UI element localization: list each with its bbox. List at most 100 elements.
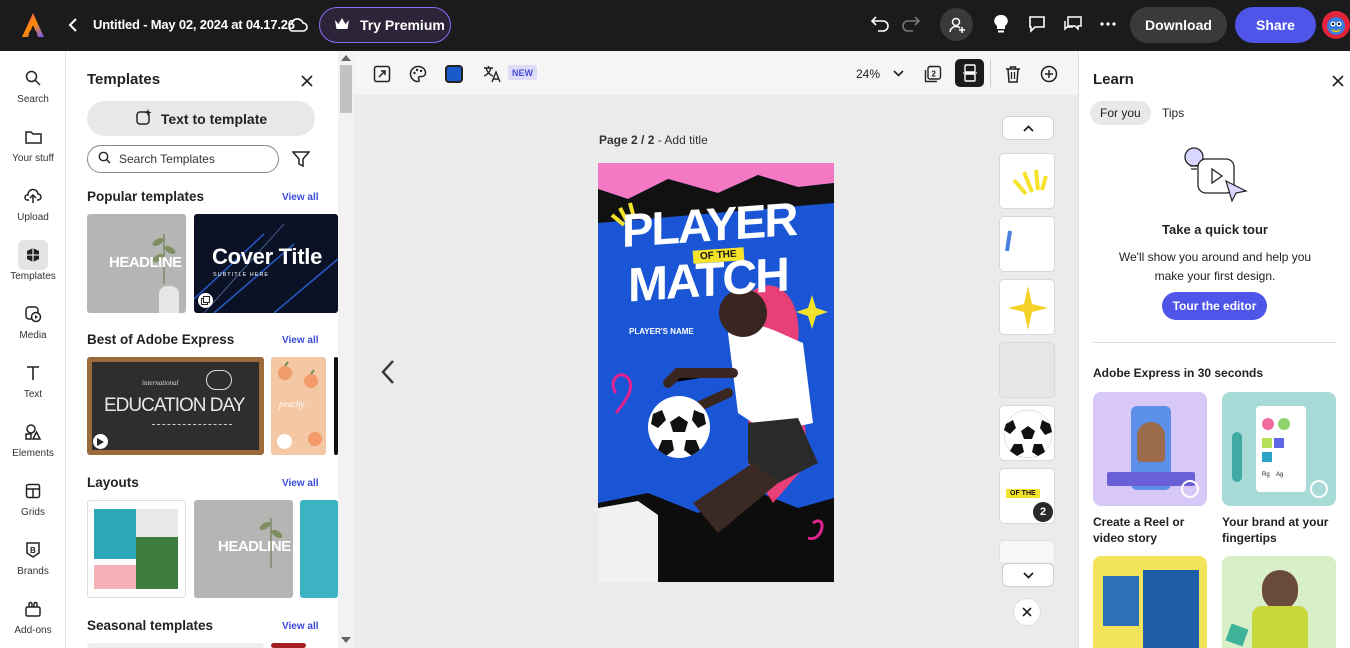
learn-card-reel[interactable] [1093, 392, 1207, 506]
search-templates-input[interactable]: Search Templates [87, 145, 279, 173]
brand-swatch [1262, 418, 1274, 430]
poster-match-text: MATCH [628, 248, 788, 313]
template-thumb-cover-title[interactable]: Cover Title SUBTITLE HERE [194, 214, 338, 313]
rail-grids[interactable]: Grids [0, 476, 66, 526]
view-all-link[interactable]: View all [282, 621, 319, 632]
trash-icon[interactable] [1003, 64, 1023, 84]
rail-add-ons[interactable]: Add-ons [0, 594, 66, 644]
panel-scrollbar[interactable] [338, 51, 354, 648]
close-icon[interactable] [299, 73, 315, 89]
text-to-template-label: Text to template [160, 110, 268, 127]
media-icon [18, 299, 48, 329]
person-photo [1137, 422, 1165, 462]
template-thumb-education-day[interactable]: international EDUCATION DAY [87, 357, 264, 455]
undo-icon[interactable] [869, 13, 891, 35]
add-page-icon[interactable] [1039, 64, 1059, 84]
view-all-link[interactable]: View all [282, 192, 319, 203]
invite-user-icon[interactable] [940, 8, 973, 41]
layer-thumb-stroke[interactable] [999, 216, 1055, 272]
color-swatch[interactable] [445, 65, 463, 83]
resize-icon[interactable] [372, 64, 392, 84]
layers-scroll-down[interactable] [1002, 563, 1054, 587]
tour-text: We'll show you around and help you make … [1118, 250, 1312, 283]
view-all-link[interactable]: View all [282, 478, 319, 489]
layers-toggle-icon[interactable] [955, 59, 984, 87]
share-button[interactable]: Share [1235, 7, 1316, 43]
previous-page-icon[interactable] [378, 357, 398, 387]
rail-upload[interactable]: Upload [0, 181, 66, 231]
rail-brands[interactable]: B Brands [0, 535, 66, 585]
scroll-thumb[interactable] [340, 65, 352, 113]
scroll-down-arrow[interactable] [341, 637, 351, 643]
svg-text:B: B [30, 546, 36, 555]
layer-thumb-ball[interactable] [999, 405, 1055, 461]
rail-your-stuff[interactable]: Your stuff [0, 122, 66, 172]
layers-scroll-up[interactable] [1002, 116, 1054, 140]
adobe-express-logo[interactable] [20, 12, 46, 38]
layer-thumb-rays[interactable] [999, 153, 1055, 209]
learn-card-brand[interactable]: Rg Ag [1222, 392, 1336, 506]
translate-icon[interactable] [482, 64, 502, 84]
learn-card-yellow[interactable] [1093, 556, 1207, 648]
text-to-template-button[interactable]: Text to template [87, 101, 315, 136]
rail-text[interactable]: Text [0, 358, 66, 408]
templates-panel: Templates Text to template Search Templa… [67, 51, 338, 648]
search-icon [98, 151, 111, 167]
learn-card-person[interactable] [1222, 556, 1336, 648]
rail-templates[interactable]: Templates [0, 240, 66, 290]
comment-icon[interactable] [1026, 13, 1048, 35]
section-title: Layouts [87, 475, 139, 490]
redo-icon[interactable] [900, 13, 922, 35]
comments-panel-icon[interactable] [1062, 13, 1084, 35]
try-premium-button[interactable]: Try Premium [319, 7, 451, 43]
design-canvas[interactable]: PLAYER OF THE MATCH PLAYER'S NAME [598, 163, 834, 582]
learn-title: Learn [1093, 71, 1134, 88]
layer-thumb-text[interactable] [999, 342, 1055, 398]
layer-thumb-of-the[interactable]: OF THE 2 [999, 468, 1055, 524]
template-thumb-headline[interactable]: HEADLINE [87, 214, 186, 313]
layout-thumb-headline[interactable]: HEADLINE [194, 500, 293, 598]
learn-card-label: Your brand at your fingertips [1222, 515, 1329, 545]
left-rail: Search Your stuff Upload Templates Media… [0, 51, 66, 648]
page-count-badge: 2 [1033, 502, 1053, 522]
learn-panel: Learn For you Tips Take a quick tour We'… [1078, 51, 1350, 648]
lightbulb-icon[interactable] [990, 13, 1012, 35]
chevron-down-icon[interactable] [891, 67, 905, 79]
avatar[interactable] [1322, 11, 1350, 39]
document-title[interactable]: Untitled - May 02, 2024 at 04.17.26 [93, 17, 295, 32]
add-title-link[interactable]: Add title [664, 133, 707, 147]
vase-decor [159, 286, 179, 313]
layout-thumb-water[interactable] [300, 500, 338, 598]
tab-tips[interactable]: Tips [1162, 106, 1184, 120]
seasonal-thumb[interactable] [271, 643, 306, 648]
play-icon [93, 434, 108, 449]
download-button[interactable]: Download [1130, 7, 1227, 43]
rail-search[interactable]: Search [0, 63, 66, 113]
layout-thumb-pool[interactable] [87, 500, 186, 598]
tab-for-you[interactable]: For you [1090, 101, 1151, 125]
folder-icon [18, 122, 48, 152]
palette-icon[interactable] [408, 64, 428, 84]
rail-media[interactable]: Media [0, 299, 66, 349]
more-icon[interactable] [1097, 13, 1119, 35]
search-placeholder: Search Templates [119, 152, 215, 166]
close-layers-icon[interactable] [1013, 598, 1041, 626]
scroll-up-arrow[interactable] [341, 55, 351, 61]
close-icon[interactable] [1330, 73, 1346, 89]
photo-block [136, 509, 178, 537]
rail-elements[interactable]: Elements [0, 417, 66, 467]
pages-icon[interactable]: 2 [923, 64, 943, 84]
brand-mini-rg: Rg [1262, 472, 1270, 478]
seasonal-thumb[interactable] [87, 643, 264, 648]
template-thumb-peachy[interactable]: peachy [271, 357, 326, 455]
view-all-link[interactable]: View all [282, 335, 319, 346]
filter-icon[interactable] [291, 150, 311, 168]
cloud-doodle [206, 370, 232, 390]
layer-thumb-star[interactable] [999, 279, 1055, 335]
poster-players-name: PLAYER'S NAME [629, 327, 694, 336]
back-icon[interactable] [64, 15, 82, 35]
tour-editor-button[interactable]: Tour the editor [1162, 292, 1267, 320]
zoom-level[interactable]: 24% [856, 67, 880, 81]
cloud-icon[interactable] [285, 15, 309, 35]
layer-thumb-partial[interactable] [999, 540, 1055, 562]
